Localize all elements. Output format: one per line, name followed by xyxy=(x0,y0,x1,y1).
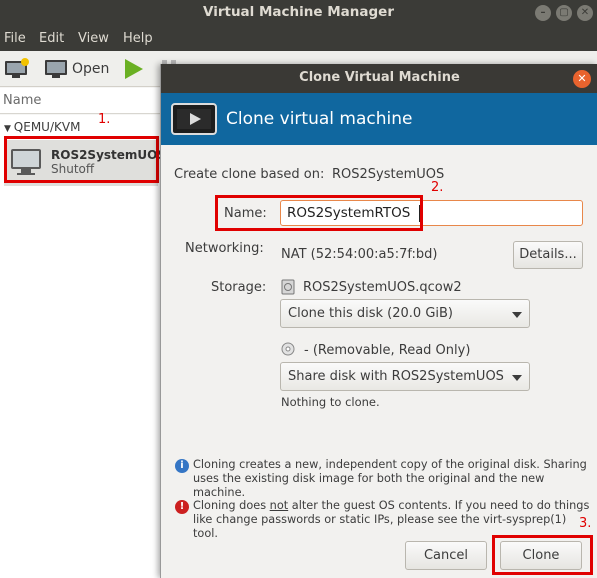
open-button[interactable]: Open xyxy=(72,61,109,77)
close-button[interactable]: ✕ xyxy=(577,5,593,21)
cancel-button[interactable]: Cancel xyxy=(405,541,487,570)
note-prefix: Cloning does xyxy=(193,499,270,512)
based-on-value: ROS2SystemUOS xyxy=(332,167,445,182)
connection-group[interactable]: ▼ QEMU/KVM xyxy=(4,120,80,134)
storage-label: Storage: xyxy=(211,280,267,295)
warning-icon: ! xyxy=(175,500,189,514)
disk1-name: ROS2SystemUOS.qcow2 xyxy=(303,280,462,295)
menu-view[interactable]: View xyxy=(78,31,109,46)
menubar: File Edit View Help xyxy=(0,26,597,51)
based-on-label: Create clone based on: xyxy=(174,167,325,182)
nothing-to-clone-text: Nothing to clone. xyxy=(281,395,380,409)
sharing-note: Cloning creates a new, independent copy … xyxy=(193,458,587,499)
annotation-step-3: 3. xyxy=(579,516,592,531)
connection-label: QEMU/KVM xyxy=(13,120,81,134)
details-button[interactable]: Details... xyxy=(513,241,583,269)
disk-icon xyxy=(281,279,295,295)
window-title: Virtual Machine Manager xyxy=(203,4,394,20)
dialog-title: Clone Virtual Machine xyxy=(299,70,460,85)
clone-vm-icon xyxy=(171,103,217,135)
disk1-clone-option[interactable]: Clone this disk (20.0 GiB) xyxy=(280,299,530,328)
info-icon: i xyxy=(175,459,189,473)
disk2-option-text: Share disk with ROS2SystemUOS xyxy=(288,369,504,384)
dialog-close-button[interactable]: ✕ xyxy=(573,70,591,88)
dialog-titlebar: Clone Virtual Machine ✕ xyxy=(161,64,597,93)
monitor-icon[interactable] xyxy=(44,58,68,80)
chevron-down-icon xyxy=(512,312,522,318)
networking-value: NAT (52:54:00:a5:7f:bd) xyxy=(281,247,438,262)
vm-list: ▼ QEMU/KVM ROS2SystemUOS Shutoff xyxy=(0,115,166,578)
banner-title: Clone virtual machine xyxy=(226,109,413,129)
annotation-step-1: 1. xyxy=(98,112,111,127)
maximize-button[interactable]: ▢ xyxy=(556,5,572,21)
annotation-step-2: 2. xyxy=(431,180,444,195)
minimize-button[interactable]: – xyxy=(535,5,551,21)
chevron-down-icon xyxy=(512,375,522,381)
main-titlebar: Virtual Machine Manager – ▢ ✕ xyxy=(0,0,597,26)
name-column-header[interactable]: Name xyxy=(0,88,160,114)
run-icon[interactable] xyxy=(123,58,145,80)
new-vm-icon[interactable] xyxy=(4,57,30,79)
networking-label: Networking: xyxy=(185,241,264,256)
menu-file[interactable]: File xyxy=(4,31,26,46)
disk2-name: - (Removable, Read Only) xyxy=(304,343,471,358)
disk2-share-option[interactable]: Share disk with ROS2SystemUOS xyxy=(280,362,530,391)
annotation-box-2 xyxy=(215,195,423,231)
clone-dialog: Clone Virtual Machine ✕ Clone virtual ma… xyxy=(160,64,597,578)
menu-edit[interactable]: Edit xyxy=(39,31,64,46)
annotation-box-1 xyxy=(4,136,159,183)
dialog-banner: Clone virtual machine xyxy=(161,93,597,145)
cdrom-icon xyxy=(281,342,295,356)
menu-help[interactable]: Help xyxy=(123,31,153,46)
disk1-option-text: Clone this disk (20.0 GiB) xyxy=(288,306,453,321)
expander-icon: ▼ xyxy=(4,124,14,134)
note-emphasis: not xyxy=(269,499,289,512)
annotation-box-3 xyxy=(492,535,593,575)
name-column-label: Name xyxy=(3,93,42,108)
